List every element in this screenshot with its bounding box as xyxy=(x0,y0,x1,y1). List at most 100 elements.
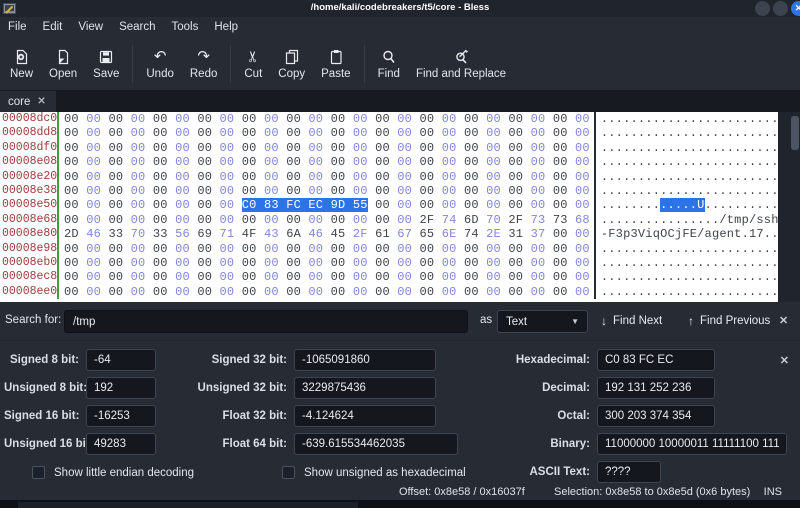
find-icon xyxy=(381,48,397,65)
find-previous-button[interactable]: ↑ Find Previous xyxy=(688,314,770,328)
byte-space xyxy=(145,170,152,184)
hex-bytes[interactable]: 00 00 00 00 00 00 00 00 00 00 00 00 00 0… xyxy=(57,270,590,284)
scrollbar-thumb[interactable] xyxy=(791,116,799,150)
menu-item-tools[interactable]: Tools xyxy=(164,17,207,38)
float-32-bit-field[interactable] xyxy=(294,405,436,427)
minimize-button[interactable] xyxy=(755,1,770,16)
hex-byte: 00 xyxy=(175,155,190,169)
hex-ascii[interactable]: ........................ xyxy=(594,141,778,155)
panel-close-icon[interactable]: ✕ xyxy=(780,354,789,367)
unsigned-8-bit-field[interactable] xyxy=(86,377,156,399)
menu-item-search[interactable]: Search xyxy=(111,17,163,38)
byte-space xyxy=(523,112,530,126)
byte-space xyxy=(412,256,419,270)
search-type-select[interactable]: Text ▼ xyxy=(497,310,588,333)
hex-byte: 00 xyxy=(486,198,501,212)
hex-byte: 00 xyxy=(442,198,457,212)
hex-ascii[interactable]: ........................ xyxy=(594,242,778,256)
hex-ascii[interactable]: -F3p3ViqOCjFE/agent.17.. xyxy=(594,227,778,241)
ascii-char: . xyxy=(653,184,660,198)
vertical-scrollbar[interactable] xyxy=(778,112,800,302)
byte-space xyxy=(257,256,264,270)
find-next-button[interactable]: ↓ Find Next xyxy=(601,314,662,328)
paste-button[interactable]: Paste xyxy=(313,38,358,90)
redo-button[interactable]: ↷Redo xyxy=(182,38,226,90)
hex-ascii[interactable]: ........................ xyxy=(594,126,778,140)
hex-byte: 00 xyxy=(397,170,412,184)
byte-space xyxy=(234,141,241,155)
hex-byte: 00 xyxy=(575,198,590,212)
hex-ascii[interactable]: ........................ xyxy=(594,112,778,126)
search-input[interactable] xyxy=(64,310,468,333)
byte-space xyxy=(457,184,464,198)
hex-rows[interactable]: 00008dc000 00 00 00 00 00 00 00 00 00 00… xyxy=(0,112,778,302)
signed-8-bit-field[interactable] xyxy=(86,349,156,371)
toolbar-separator xyxy=(132,45,133,83)
unsigned-32-bit-field[interactable] xyxy=(294,377,436,399)
byte-space xyxy=(523,285,530,299)
cut-button[interactable]: ✂Cut xyxy=(236,38,270,90)
hex-ascii[interactable]: ................/tmp/ssh xyxy=(594,213,778,227)
hex-bytes[interactable]: 00 00 00 00 00 00 00 00 00 00 00 00 00 0… xyxy=(57,170,590,184)
byte-space xyxy=(212,213,219,227)
hex-bytes[interactable]: 00 00 00 00 00 00 00 00 00 00 00 00 00 0… xyxy=(57,126,590,140)
hex-ascii[interactable]: ........................ xyxy=(594,285,778,299)
tab-core[interactable]: core ✕ xyxy=(0,91,56,112)
hex-bytes[interactable]: 2D 46 33 70 33 56 69 71 4F 43 6A 46 45 2… xyxy=(57,227,590,241)
hex-row: 00008ee000 00 00 00 00 00 00 00 00 00 00… xyxy=(0,285,778,299)
hex-ascii[interactable]: ........................ xyxy=(594,270,778,284)
signed-16-bit-field[interactable] xyxy=(86,405,156,427)
new-button[interactable]: New xyxy=(2,38,41,90)
hex-bytes[interactable]: 00 00 00 00 00 00 00 00 00 00 00 00 00 0… xyxy=(57,112,590,126)
show-unsigned-hex-checkbox[interactable] xyxy=(282,466,295,479)
float-64-bit-field[interactable] xyxy=(294,433,458,455)
save-button[interactable]: Save xyxy=(85,38,127,90)
hex-ascii[interactable]: ........................ xyxy=(594,184,778,198)
menu-item-help[interactable]: Help xyxy=(206,17,246,38)
unsigned-16-bit-field[interactable] xyxy=(86,433,156,455)
hex-bytes[interactable]: 00 00 00 00 00 00 00 00 00 00 00 00 00 0… xyxy=(57,141,590,155)
copy-button[interactable]: Copy xyxy=(270,38,313,90)
find-button[interactable]: Find xyxy=(370,38,408,90)
decimal-field[interactable] xyxy=(597,377,715,399)
undo-button[interactable]: ↶Undo xyxy=(138,38,182,90)
maximize-button[interactable] xyxy=(773,1,788,16)
hex-bytes[interactable]: 00 00 00 00 00 00 00 00 C0 83 FC EC 9D 5… xyxy=(57,198,590,212)
hexadecimal-field[interactable] xyxy=(597,349,715,371)
show-little-endian-checkbox[interactable] xyxy=(32,466,45,479)
convert-field: Binary: xyxy=(460,433,787,455)
close-window-button[interactable]: ✕ xyxy=(791,1,800,16)
octal-field[interactable] xyxy=(597,405,715,427)
hex-ascii[interactable]: ........................ xyxy=(594,256,778,270)
byte-space xyxy=(434,242,441,256)
menu-item-view[interactable]: View xyxy=(70,17,111,38)
hex-bytes[interactable]: 00 00 00 00 00 00 00 00 00 00 00 00 00 0… xyxy=(57,184,590,198)
binary-field[interactable] xyxy=(597,433,787,455)
find-and-replace-button[interactable]: Find and Replace xyxy=(408,38,514,90)
hex-byte: 74 xyxy=(464,227,479,241)
hex-ascii[interactable]: ........................ xyxy=(594,155,778,169)
ascii-char: . xyxy=(653,242,660,256)
hex-ascii[interactable]: .............U.......... xyxy=(594,198,778,212)
hex-byte: 00 xyxy=(175,270,190,284)
ascii-text-field[interactable] xyxy=(597,461,661,483)
hex-byte: 74 xyxy=(442,213,457,227)
tab-close-icon[interactable]: ✕ xyxy=(37,96,45,107)
signed-32-bit-field[interactable] xyxy=(294,349,436,371)
save-icon xyxy=(98,48,114,65)
hex-byte: 00 xyxy=(508,170,523,184)
search-close-icon[interactable]: ✕ xyxy=(779,314,788,327)
hex-ascii[interactable]: ........................ xyxy=(594,170,778,184)
ascii-char: . xyxy=(705,198,712,212)
hex-bytes[interactable]: 00 00 00 00 00 00 00 00 00 00 00 00 00 0… xyxy=(57,256,590,270)
hex-bytes[interactable]: 00 00 00 00 00 00 00 00 00 00 00 00 00 0… xyxy=(57,242,590,256)
hex-byte: 00 xyxy=(464,170,479,184)
hex-bytes[interactable]: 00 00 00 00 00 00 00 00 00 00 00 00 00 0… xyxy=(57,285,590,299)
open-button[interactable]: Open xyxy=(41,38,85,90)
menu-item-file[interactable]: File xyxy=(0,17,35,38)
hex-byte: 00 xyxy=(264,256,279,270)
hex-byte: 00 xyxy=(464,198,479,212)
hex-bytes[interactable]: 00 00 00 00 00 00 00 00 00 00 00 00 00 0… xyxy=(57,213,590,227)
menu-item-edit[interactable]: Edit xyxy=(35,17,71,38)
hex-bytes[interactable]: 00 00 00 00 00 00 00 00 00 00 00 00 00 0… xyxy=(57,155,590,169)
